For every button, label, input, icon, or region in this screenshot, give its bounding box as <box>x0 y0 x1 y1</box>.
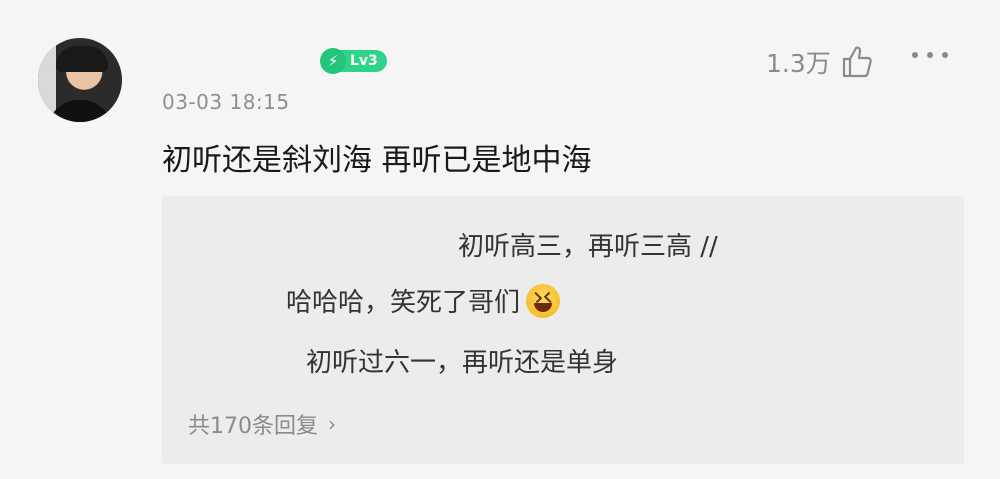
reply-item[interactable]: 初听过六一，再听还是单身 <box>306 342 618 379</box>
more-dot <box>912 52 918 58</box>
avatar-hair <box>56 46 108 72</box>
chevron-right-icon: › <box>328 412 336 436</box>
reply-text: 初听过六一，再听还是单身 <box>306 348 619 378</box>
avatar[interactable] <box>38 38 122 122</box>
comment-text: 初听还是斜刘海 再听已是地中海 <box>162 143 592 178</box>
reply-item[interactable]: 哈哈哈，笑死了哥们 <box>286 282 561 319</box>
like-button[interactable]: 1.3万 <box>766 44 875 80</box>
level-badge: ⚡ Lv3 <box>320 48 387 74</box>
reply-box[interactable]: 初听高三，再听三高 // 哈哈哈，笑死了哥们 初听过六一，再听还是单身 共170… <box>162 196 964 464</box>
reply-item[interactable]: 初听高三，再听三高 // <box>458 226 718 263</box>
more-dots-icon[interactable] <box>912 52 948 58</box>
comment-timestamp: 03-03 18:15 <box>162 90 290 114</box>
more-dot <box>942 52 948 58</box>
reply-count-label: 共170条回复 <box>188 414 318 439</box>
lightning-icon: ⚡ <box>320 48 346 74</box>
avatar-shirt <box>48 100 112 122</box>
view-replies-link[interactable]: 共170条回复 › <box>188 408 336 440</box>
like-count: 1.3万 <box>766 49 831 78</box>
more-dot <box>927 52 933 58</box>
reply-text: 初听高三，再听三高 // <box>458 232 718 262</box>
laughing-emoji-icon <box>526 283 561 318</box>
thumbs-up-icon <box>842 46 872 78</box>
reply-text: 哈哈哈，笑死了哥们 <box>286 288 521 318</box>
avatar-background <box>38 38 56 122</box>
